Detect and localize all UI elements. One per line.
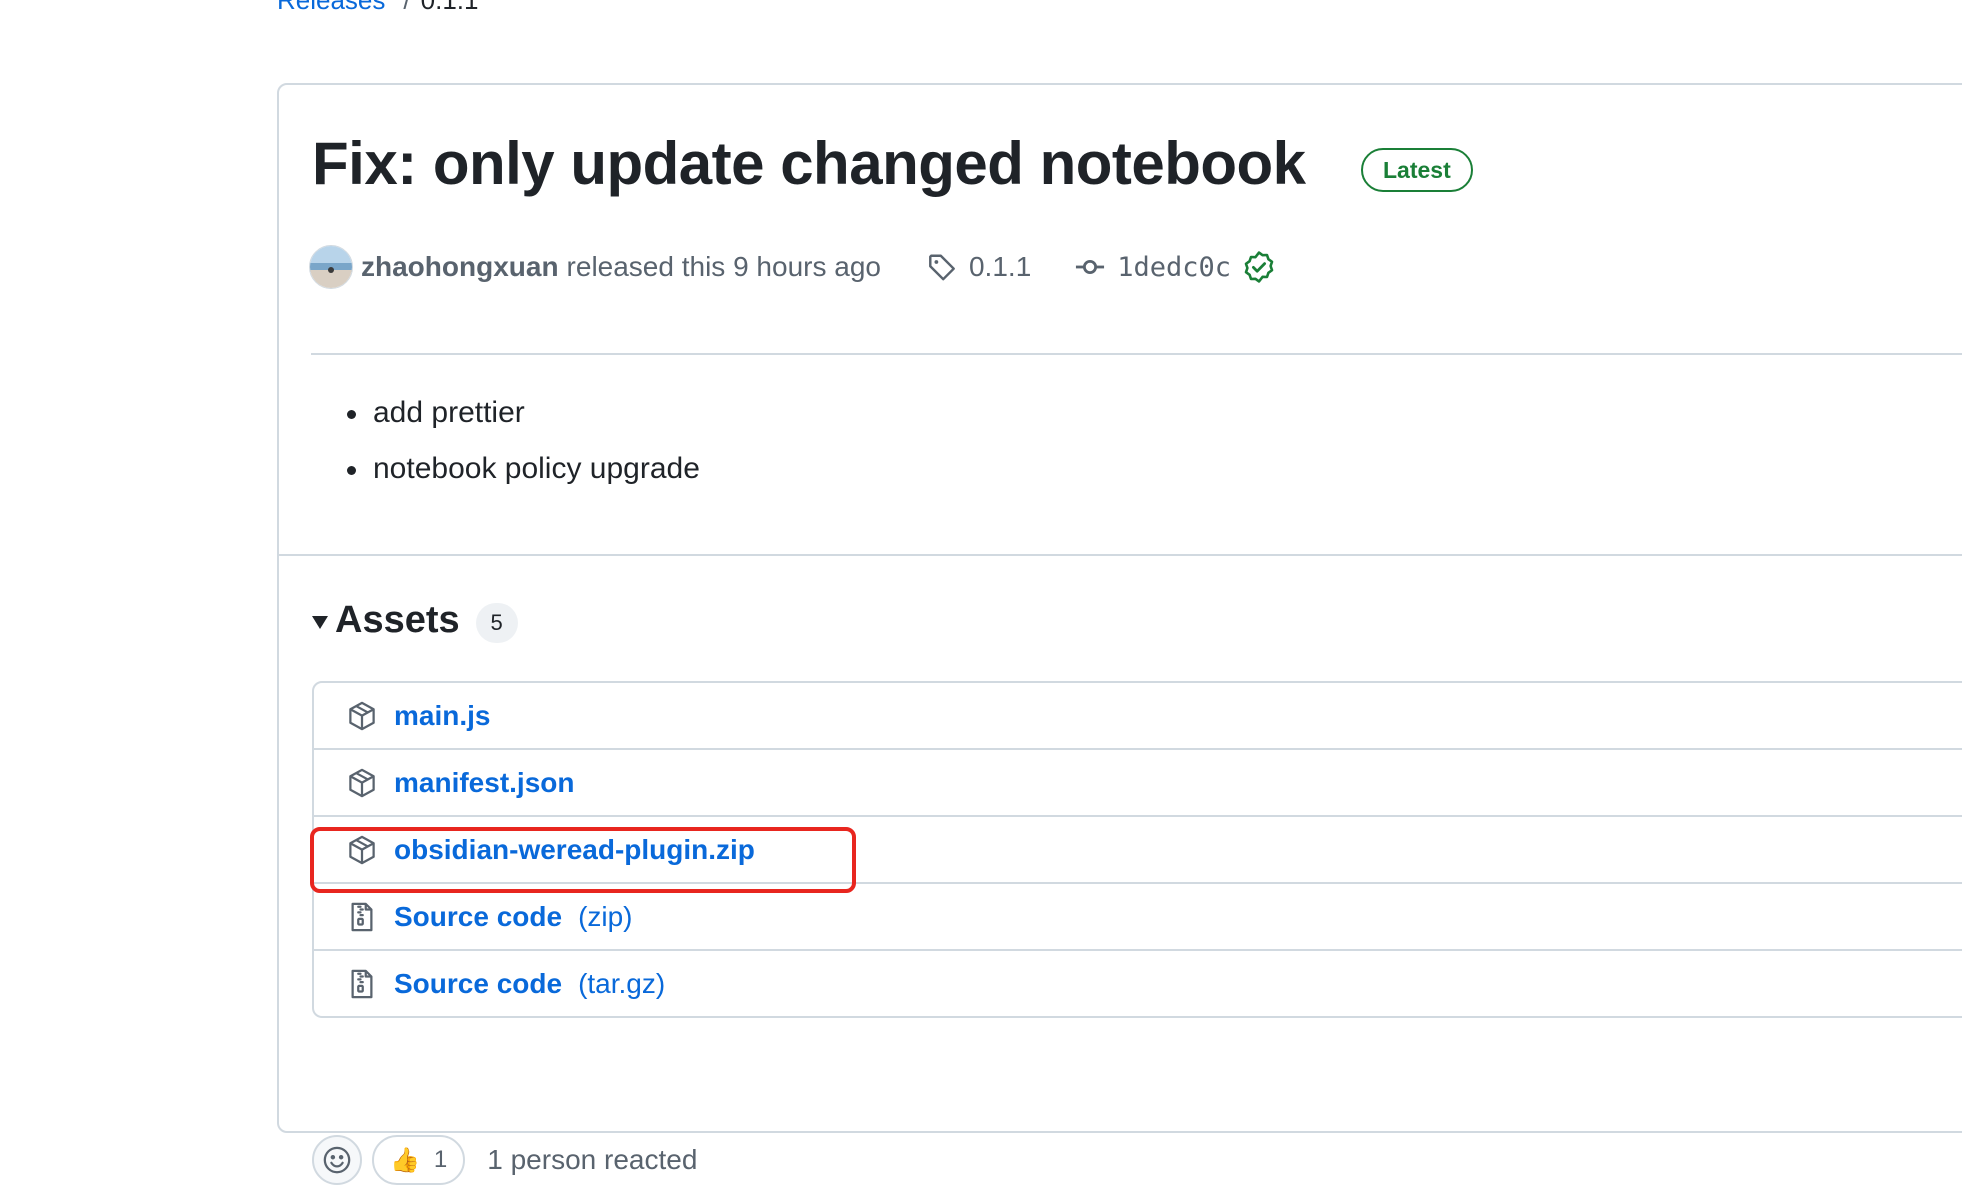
divider [279,554,1962,556]
package-icon [346,835,378,865]
tag-label: 0.1.1 [968,251,1032,282]
verified-icon[interactable] [1243,251,1275,283]
file-zip-icon [346,969,378,999]
released-time: released this 9 hours ago [566,251,881,282]
commit-icon [1075,252,1105,282]
thumbs-up-icon: 👍 [390,1146,420,1174]
smiley-icon [323,1146,351,1174]
avatar[interactable] [309,245,353,289]
asset-link[interactable]: obsidian-weread-plugin.zip [394,834,755,866]
assets-list: main.js manifest.json obsidian-weread-pl… [312,681,1962,1018]
file-zip-icon [346,902,378,932]
thumbs-up-reaction-button[interactable]: 👍 1 [372,1135,466,1185]
release-title[interactable]: Fix: only update changed notebook [312,129,1306,199]
asset-row[interactable]: Source code (zip) [314,882,1962,949]
assets-count-badge: 5 [475,603,518,643]
tag-link[interactable]: 0.1.1 [927,251,1031,283]
package-icon [346,768,378,798]
commit-sha: 1dedc0c [1117,251,1232,283]
list-item: add prettier [335,385,700,441]
breadcrumb-releases-link[interactable]: Releases [277,0,385,15]
asset-format: (tar.gz) [578,967,666,999]
divider [311,353,1962,355]
caret-down-icon [311,613,329,631]
reactions-bar: 👍 1 1 person reacted [312,1135,697,1185]
asset-row[interactable]: Source code (tar.gz) [314,949,1962,1016]
author-link[interactable]: zhaohongxuan [361,251,559,283]
release-card: Fix: only update changed notebook Latest… [277,83,1962,1185]
breadcrumb-separator: / [403,0,411,15]
asset-link[interactable]: manifest.json [394,767,574,799]
breadcrumb-current: 0.1.1 [420,0,479,15]
release-notes: add prettier notebook policy upgrade [335,385,700,497]
asset-link[interactable]: Source code [394,968,562,1000]
reaction-count: 1 [433,1146,448,1173]
tag-icon [927,252,957,282]
asset-link[interactable]: Source code [394,901,562,933]
package-icon [346,701,378,731]
latest-badge: Latest [1361,148,1473,192]
asset-format: (zip) [578,900,633,932]
assets-toggle[interactable]: Assets 5 [311,595,518,645]
commit-link[interactable]: 1dedc0c [1075,251,1275,283]
asset-link[interactable]: main.js [394,700,490,732]
breadcrumb: Releases / 0.1.1 [277,0,478,14]
list-item: notebook policy upgrade [335,441,700,497]
asset-row[interactable]: manifest.json [314,748,1962,815]
asset-row[interactable]: main.js [314,683,1962,748]
reaction-summary: 1 person reacted [487,1144,698,1175]
asset-row[interactable]: obsidian-weread-plugin.zip [314,815,1962,882]
add-reaction-button[interactable] [312,1135,362,1185]
release-meta: zhaohongxuan released this 9 hours ago 0… [309,245,1275,289]
assets-title: Assets [335,598,460,641]
